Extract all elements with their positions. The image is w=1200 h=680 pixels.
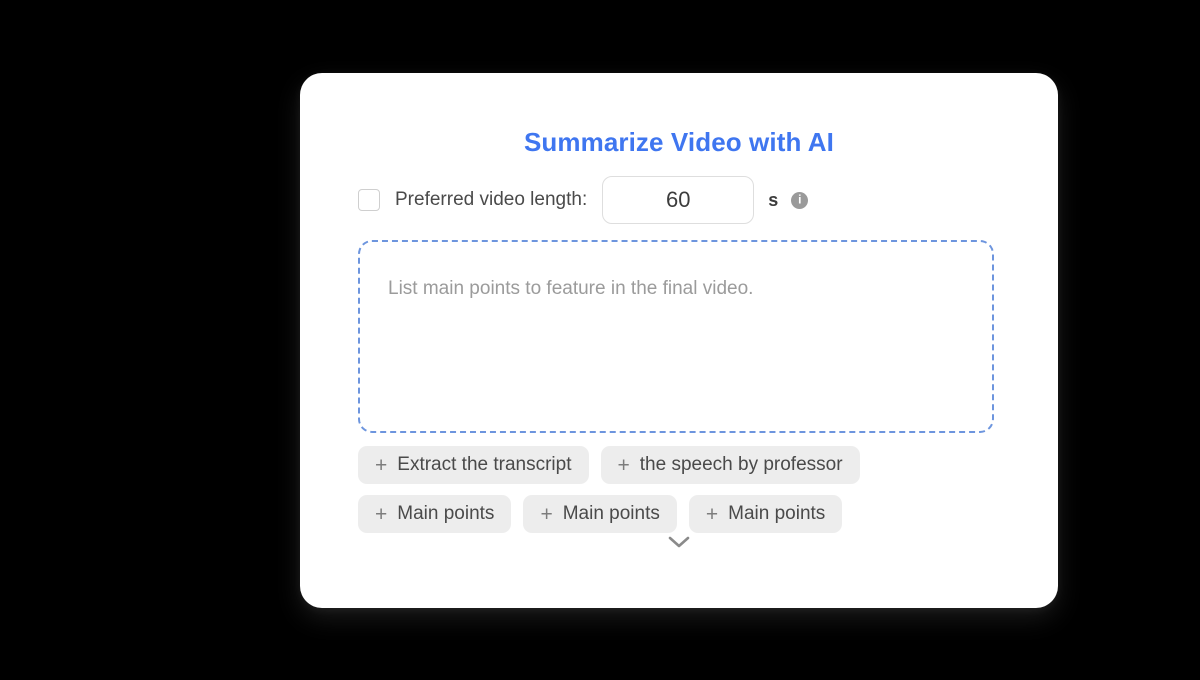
suggestion-pill-label: the speech by professor bbox=[639, 454, 843, 475]
suggestion-pill-main-points-1[interactable]: + Main points bbox=[358, 495, 512, 533]
info-icon-glyph: i bbox=[798, 192, 802, 207]
suggestion-pill-label: Main points bbox=[397, 503, 495, 524]
plus-icon: + bbox=[375, 502, 388, 526]
suggestion-row: + Extract the transcript + the speech by… bbox=[358, 446, 1008, 484]
suggestion-pill-list: + Extract the transcript + the speech by… bbox=[358, 446, 1008, 544]
preferred-video-length-checkbox[interactable] bbox=[358, 189, 380, 211]
page-title: Summarize Video with AI bbox=[523, 127, 835, 157]
summarize-video-panel: Summarize Video with AI Preferred video … bbox=[300, 73, 1058, 608]
main-points-dropzone[interactable]: List main points to feature in the final… bbox=[358, 240, 994, 433]
plus-icon: + bbox=[375, 453, 388, 477]
suggestion-row: + Main points + Main points + Main point… bbox=[358, 495, 1008, 533]
suggestion-pill-the-speech-by-professor[interactable]: + the speech by professor bbox=[600, 446, 860, 484]
suggestion-pill-main-points-3[interactable]: + Main points bbox=[688, 495, 843, 533]
seconds-unit-label: s bbox=[768, 189, 779, 210]
info-icon[interactable]: i bbox=[791, 191, 809, 209]
suggestion-pill-main-points-2[interactable]: + Main points bbox=[523, 495, 677, 533]
main-points-placeholder: List main points to feature in the final… bbox=[388, 278, 754, 299]
plus-icon: + bbox=[705, 502, 719, 526]
preferred-video-length-row: Preferred video length: s i bbox=[358, 176, 809, 224]
video-length-input[interactable] bbox=[602, 176, 755, 224]
plus-icon: + bbox=[617, 453, 630, 477]
suggestion-pill-label: Main points bbox=[562, 503, 660, 524]
preferred-video-length-label: Preferred video length: bbox=[395, 189, 588, 210]
suggestion-pill-label: Main points bbox=[728, 503, 826, 524]
screen-background: Summarize Video with AI Preferred video … bbox=[0, 0, 1200, 680]
expand-suggestions-button[interactable] bbox=[300, 533, 1058, 551]
suggestion-pill-label: Extract the transcript bbox=[397, 454, 572, 475]
suggestion-pill-extract-the-transcript[interactable]: + Extract the transcript bbox=[358, 446, 589, 484]
chevron-down-icon bbox=[668, 536, 690, 548]
plus-icon: + bbox=[540, 502, 553, 526]
